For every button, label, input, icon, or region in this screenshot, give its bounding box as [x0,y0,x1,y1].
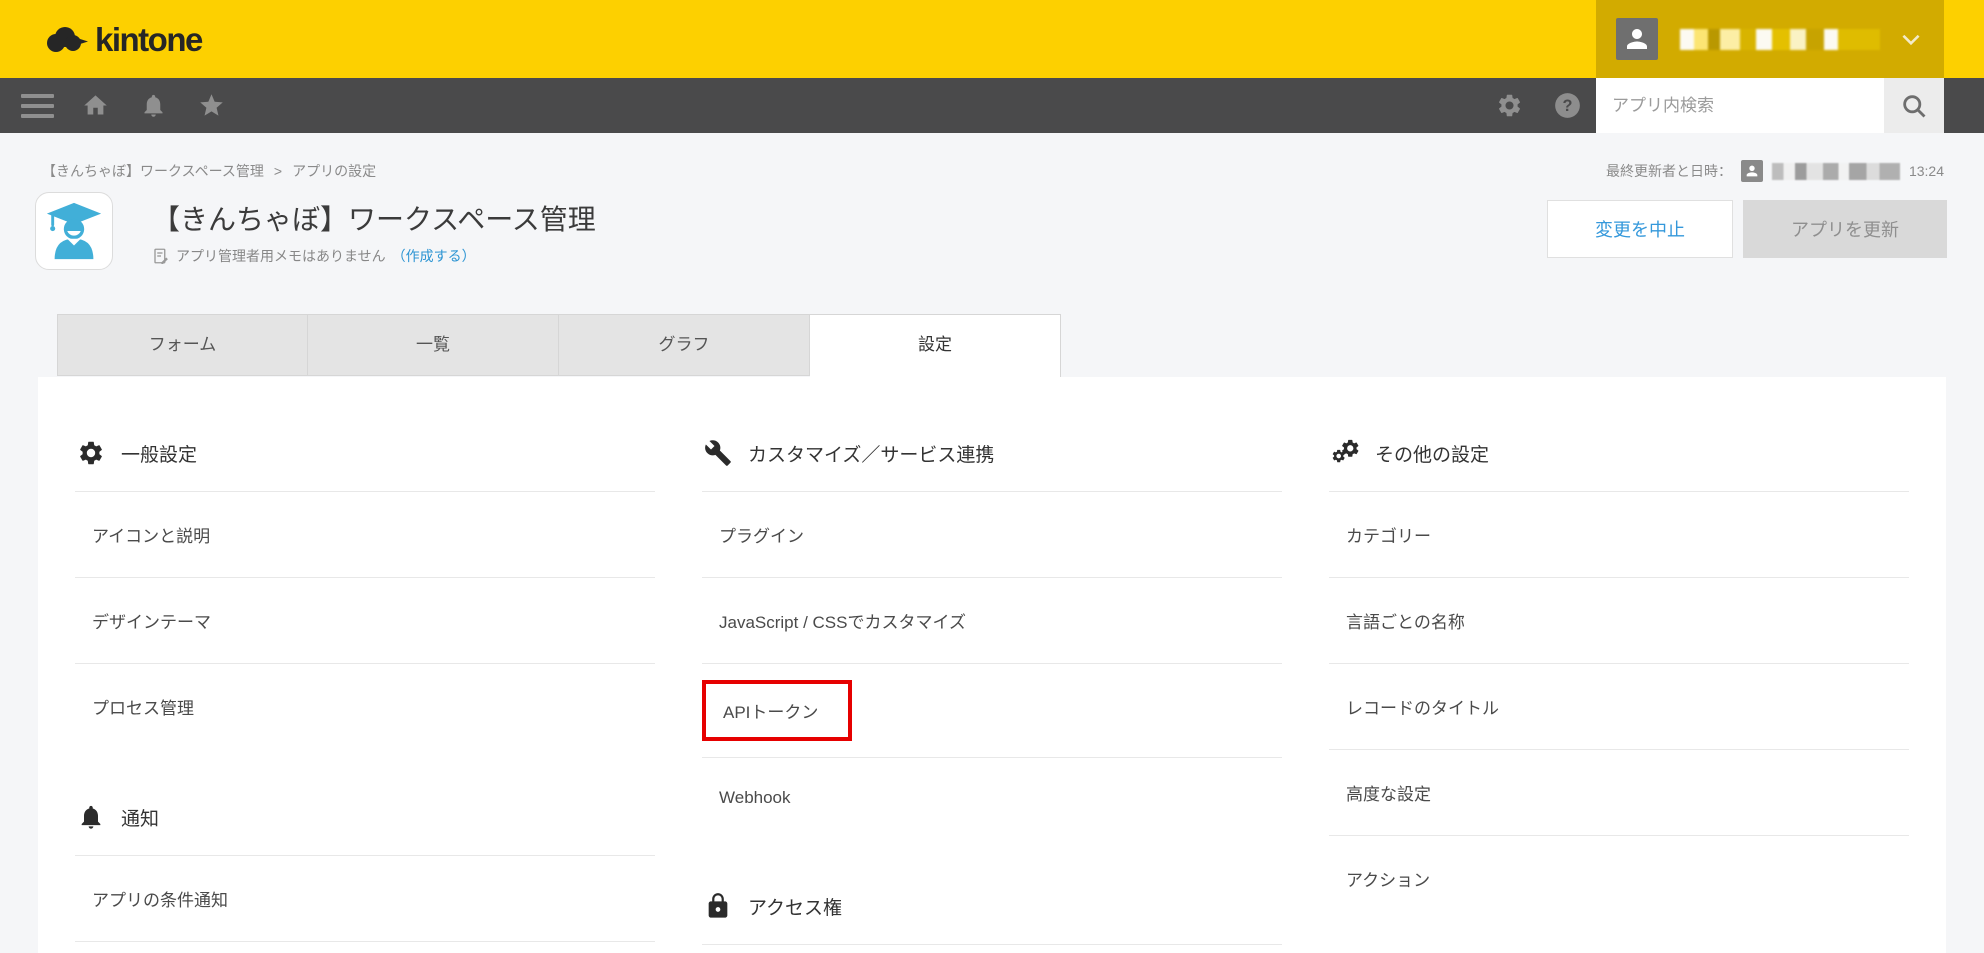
settings-group: アクセス権アプリ [702,880,1282,953]
search-input[interactable] [1596,78,1884,133]
settings-item[interactable]: アプリ [702,944,1282,953]
app-title-block: 【きんちゃぼ】ワークスペース管理 アプリ管理者用メモはありません （作成する） … [0,192,1984,284]
breadcrumb: 【きんちゃぼ】ワークスペース管理 > アプリの設定 [42,161,376,181]
hamburger-icon [20,93,54,118]
bell-icon [144,94,162,117]
settings-column-1: 一般設定アイコンと説明デザインテーマプロセス管理通知アプリの条件通知レコードの条… [75,427,655,953]
settings-item[interactable]: レコードのタイトル [1329,663,1909,749]
header-actions: 変更を中止 アプリを更新 [1547,200,1947,258]
admin-memo-line: アプリ管理者用メモはありません （作成する） [152,246,476,266]
nav-left-icons [8,78,240,133]
memo-icon [154,248,168,265]
breadcrumb-workspace-link[interactable]: 【きんちゃぼ】ワークスペース管理 [42,161,264,181]
group-header: カスタマイズ／サービス連携 [702,427,1282,491]
settings-item[interactable]: レコードの条件通知 [75,941,655,953]
settings-column-2: カスタマイズ／サービス連携プラグイン JavaScript / CSSでカスタマイ… [702,427,1282,953]
top-bar: kintone [0,0,1984,78]
breadcrumb-current: アプリの設定 [292,163,377,179]
api-token-highlight-box: APIトークン [702,680,853,741]
settings-group: 一般設定アイコンと説明 デザインテーマ プロセス管理 [75,427,655,749]
tab-settings[interactable]: 設定 [810,314,1061,377]
bell-icon [77,803,105,831]
breadcrumb-separator: > [273,163,283,179]
graduation-person-icon [46,202,102,260]
settings-column-3: その他の設定カテゴリー言語ごとの名称レコードのタイトル高度な設定アクション運用管… [1329,427,1909,953]
settings-panel: 一般設定アイコンと説明デザインテーマプロセス管理通知アプリの条件通知レコードの条… [38,377,1946,953]
settings-group: その他の設定カテゴリー 言語ごとの名称 レコードのタイトル 高度な設定 アクション [1329,427,1909,921]
kintone-logo[interactable]: kintone [44,21,203,59]
user-menu[interactable] [1596,0,1944,78]
home-button[interactable] [66,78,124,133]
home-icon [83,95,107,115]
memo-text: アプリ管理者用メモはありません [176,248,386,264]
last-updated-time: 13:24 [1908,163,1944,179]
app-icon [35,192,113,270]
search-button[interactable] [1884,78,1944,133]
updater-avatar [1740,160,1763,182]
group-title: 一般設定 [121,444,198,466]
tab-graph[interactable]: グラフ [559,314,810,376]
update-app-button[interactable]: アプリを更新 [1743,200,1947,258]
memo-create-link[interactable]: （作成する） [392,246,476,266]
settings-item[interactable]: 高度な設定 [1329,749,1909,835]
settings-item[interactable]: 言語ごとの名称 [1329,577,1909,663]
last-updated-label: 最終更新者と日時： [1605,163,1732,179]
lock-icon [704,892,732,920]
tab-list[interactable]: 一覧 [308,314,559,376]
menu-button[interactable] [8,78,66,133]
settings-item[interactable]: APIトークン [702,663,1282,757]
settings-item[interactable]: プラグイン [702,491,1282,577]
breadcrumb-row: 【きんちゃぼ】ワークスペース管理 > アプリの設定 最終更新者と日時： 13:2… [0,133,1984,182]
settings-item[interactable]: アクション [1329,835,1909,921]
wrench-icon [704,439,732,467]
kintone-app-settings-page: kintone ? アプリ内検索 【きんちゃぼ】ワークスペース管理 > アプリの… [0,0,1984,953]
group-title: 通知 [121,808,160,830]
settings-group: カスタマイズ／サービス連携プラグイン JavaScript / CSSでカスタマイ… [702,427,1282,838]
gear-icon [77,439,105,467]
settings-item[interactable]: アプリの条件通知 [75,855,655,941]
help-button[interactable]: ? [1538,78,1596,133]
settings-item[interactable]: デザインテーマ [75,577,655,663]
gear-icon [1498,94,1520,117]
user-avatar [1616,18,1658,60]
star-icon [199,94,223,116]
gears-icon [1331,439,1359,467]
tab-form[interactable]: フォーム [57,314,308,376]
updater-name-redacted [1771,162,1900,180]
settings-item[interactable]: Webhook [702,757,1282,838]
settings-item[interactable]: アイコンと説明 [75,491,655,577]
settings-gear-button[interactable] [1480,78,1538,133]
settings-item[interactable]: プロセス管理 [75,663,655,749]
help-icon: ? [1554,93,1580,118]
user-name-redacted [1680,28,1880,50]
group-header: 通知 [75,791,655,855]
page-title: 【きんちゃぼ】ワークスペース管理 [152,204,596,235]
kintone-logo-text: kintone [95,21,203,58]
nav-bar: ? [0,78,1984,133]
kintone-bird-icon [47,27,88,52]
settings-item[interactable]: カテゴリー [1329,491,1909,577]
group-header: アクセス権 [702,880,1282,944]
group-title: その他の設定 [1375,444,1490,466]
group-title: カスタマイズ／サービス連携 [748,444,995,466]
chevron-down-icon [1902,34,1920,46]
nav-right-area: ? [1480,78,1984,133]
last-updated-meta: 最終更新者と日時： 13:24 [1606,160,1944,182]
settings-item[interactable]: JavaScript / CSSでカスタマイズ [702,577,1282,663]
notifications-button[interactable] [124,78,182,133]
svg-text:?: ? [1562,97,1572,115]
search-icon [1903,94,1926,117]
group-header: その他の設定 [1329,427,1909,491]
group-header: 一般設定 [75,427,655,491]
tab-bar: フォーム 一覧 グラフ 設定 [57,314,1984,377]
cancel-changes-button[interactable]: 変更を中止 [1547,200,1733,258]
group-title: アクセス権 [748,897,843,919]
settings-group: 通知アプリの条件通知レコードの条件通知 [75,791,655,953]
favorites-button[interactable] [182,78,240,133]
